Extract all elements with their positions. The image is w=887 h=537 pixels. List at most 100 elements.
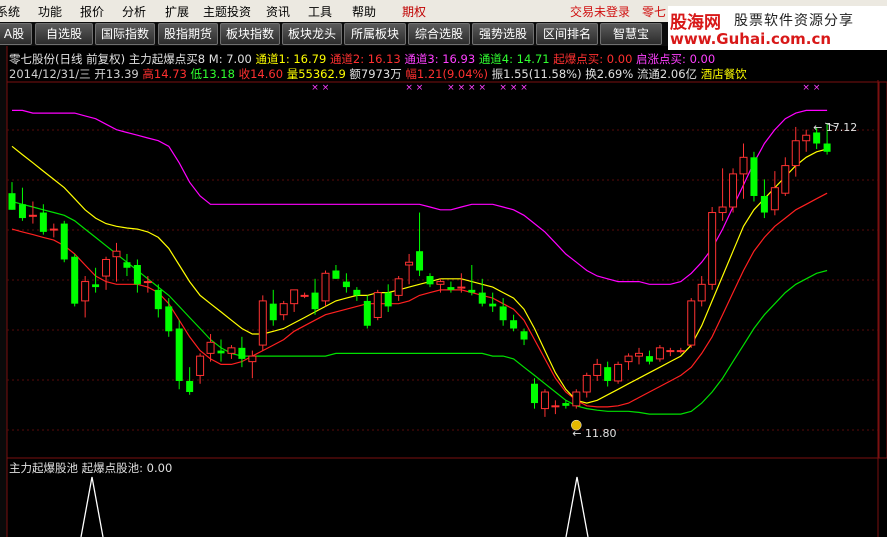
candle-body bbox=[540, 391, 549, 410]
sub-panel-header: 主力起爆股池 起爆点股池: 0.00 bbox=[9, 460, 172, 476]
candle-body bbox=[582, 374, 591, 393]
candle-body bbox=[562, 403, 570, 406]
signal-x-mark: × bbox=[447, 83, 455, 93]
candle-body bbox=[813, 132, 821, 144]
candle-body bbox=[217, 350, 225, 354]
candle-body bbox=[781, 165, 790, 194]
candle-body bbox=[655, 347, 664, 360]
candle-body bbox=[384, 292, 392, 307]
kline-chart[interactable]: × × × × × × × × × × × × × ← 17.12 ← 11.80 bbox=[0, 0, 887, 537]
candle-body bbox=[269, 303, 277, 321]
sub-panel-title[interactable]: 主力起爆股池 bbox=[9, 461, 78, 475]
low-price-label: ← 11.80 bbox=[572, 427, 616, 440]
candle-body bbox=[102, 258, 111, 277]
candle-body bbox=[81, 281, 90, 302]
signal-x-mark: × bbox=[416, 83, 424, 93]
candle-body bbox=[373, 292, 382, 318]
candle-body bbox=[133, 265, 141, 285]
candle-body bbox=[760, 195, 768, 213]
candle-body bbox=[604, 367, 612, 381]
candle-body bbox=[489, 303, 497, 307]
signal-x-mark: × bbox=[510, 83, 518, 93]
signal-x-mark: × bbox=[322, 83, 330, 93]
signal-x-mark: × bbox=[802, 83, 810, 93]
candle-body bbox=[206, 341, 215, 354]
candlesticks bbox=[8, 123, 831, 417]
candle-body bbox=[28, 214, 37, 217]
candle-body bbox=[666, 350, 675, 353]
candle-body bbox=[92, 284, 100, 288]
candle-body bbox=[614, 363, 623, 382]
right-axis bbox=[878, 81, 887, 459]
candle-body bbox=[60, 223, 68, 260]
candle-body bbox=[624, 355, 633, 363]
candle-body bbox=[770, 187, 779, 211]
candle-body bbox=[8, 193, 16, 210]
signal-x-mark: × bbox=[405, 83, 413, 93]
candle-body bbox=[363, 300, 371, 326]
signal-spike bbox=[565, 476, 589, 537]
candle-body bbox=[353, 289, 361, 296]
candle-body bbox=[342, 281, 350, 288]
candle-body bbox=[729, 173, 738, 208]
candle-body bbox=[39, 212, 47, 232]
candle-body bbox=[572, 391, 581, 407]
candle-body bbox=[165, 306, 173, 332]
candle-body bbox=[739, 156, 748, 175]
candle-body bbox=[196, 355, 205, 376]
candle-body bbox=[258, 300, 267, 346]
candle-body bbox=[300, 294, 309, 297]
candle-body bbox=[290, 289, 299, 305]
candle-body bbox=[531, 383, 538, 404]
candle-body bbox=[551, 405, 560, 408]
candle-body bbox=[687, 300, 696, 346]
candle-body bbox=[802, 134, 811, 142]
candle-body bbox=[499, 306, 507, 321]
candle-body bbox=[676, 350, 685, 353]
candle-body bbox=[510, 320, 518, 329]
signal-x-mark: × bbox=[478, 83, 486, 93]
candle-body bbox=[436, 281, 445, 285]
candle-body bbox=[750, 157, 758, 196]
candle-body bbox=[426, 276, 434, 285]
candle-body bbox=[175, 328, 183, 381]
candle-body bbox=[394, 278, 403, 296]
candle-body bbox=[468, 289, 476, 293]
candle-body bbox=[520, 331, 528, 340]
candle-body bbox=[416, 251, 424, 271]
candle-body bbox=[227, 347, 236, 354]
candle-body bbox=[71, 256, 79, 304]
signal-x-mark: × bbox=[813, 83, 821, 93]
candle-body bbox=[635, 352, 643, 357]
signal-spike bbox=[80, 476, 104, 537]
candle-body bbox=[321, 272, 330, 302]
signal-x-mark: × bbox=[458, 83, 466, 93]
signal-x-mark: × bbox=[520, 83, 528, 93]
candle-body bbox=[791, 140, 800, 167]
candle-body bbox=[697, 283, 706, 302]
candle-body bbox=[123, 262, 131, 268]
high-price-label: ← 17.12 bbox=[813, 121, 857, 134]
candle-body bbox=[645, 356, 653, 362]
sub-indicator-panel bbox=[80, 476, 589, 537]
candle-body bbox=[332, 270, 340, 279]
candle-body bbox=[112, 250, 121, 258]
candle-body bbox=[405, 261, 414, 266]
candle-body bbox=[238, 347, 246, 359]
candle-body bbox=[478, 292, 486, 304]
candle-body bbox=[143, 281, 152, 284]
signal-marks: × × × × × × × × × × × × × bbox=[311, 83, 821, 431]
candle-body bbox=[823, 143, 831, 152]
candle-body bbox=[18, 204, 26, 219]
signal-x-mark: × bbox=[311, 83, 319, 93]
candle-body bbox=[154, 289, 162, 310]
candle-body bbox=[49, 228, 58, 231]
signal-x-mark: × bbox=[499, 83, 507, 93]
candle-body bbox=[311, 292, 319, 310]
candle-body bbox=[447, 287, 455, 290]
candle-body bbox=[593, 363, 602, 376]
candle-body bbox=[708, 212, 717, 285]
candle-body bbox=[718, 206, 727, 214]
candle-body bbox=[457, 286, 466, 289]
candle-body bbox=[248, 355, 257, 363]
